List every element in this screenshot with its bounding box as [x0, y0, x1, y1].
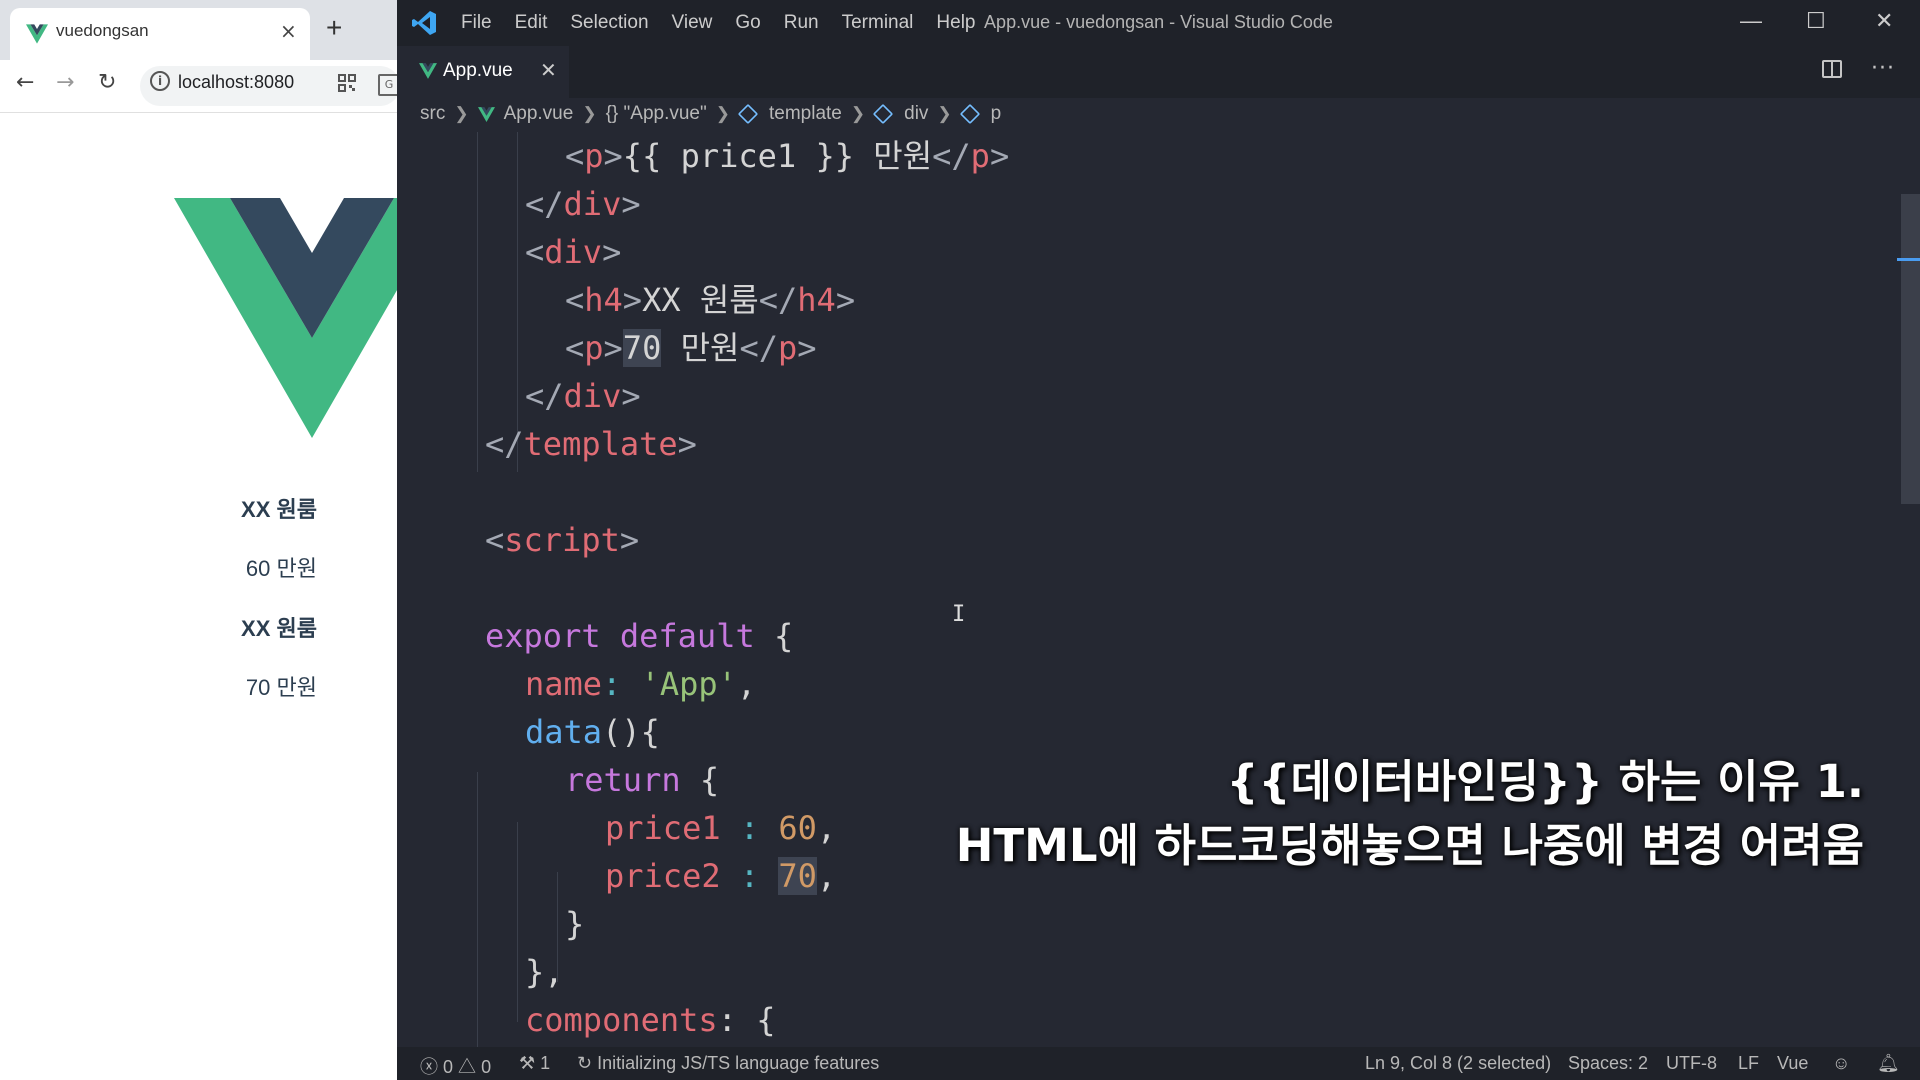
menu-selection[interactable]: Selection — [570, 12, 648, 34]
eol-status[interactable]: LF — [1738, 1053, 1759, 1074]
code-line: <p>70 만원</p> — [565, 329, 817, 367]
editor-tabs: App.vue ✕ ··· — [397, 46, 1920, 98]
code-line: <script> — [485, 521, 640, 559]
selected-text: 70 — [622, 329, 662, 367]
rendered-heading-1: XX 원룸 — [241, 497, 317, 522]
breadcrumb: src ❯ App.vue ❯ {} "App.vue" ❯ template … — [397, 98, 1920, 132]
vscode-window: File Edit Selection View Go Run Terminal… — [397, 0, 1920, 1080]
more-actions-icon[interactable]: ··· — [1871, 56, 1895, 81]
sync-icon: ↻ — [577, 1053, 593, 1073]
subtitle-caption: {{데이터바인딩}} 하는 이유 1. HTML에 하드코딩해놓으면 나중에 변… — [397, 750, 1864, 878]
menu-view[interactable]: View — [672, 12, 713, 34]
browser-tabstrip: vuedongsan × + — [0, 0, 397, 60]
code-editor[interactable]: <p>{{ price1 }} 만원</p> </div> <div> <h4>… — [397, 132, 1897, 1047]
scrollbar-thumb[interactable] — [1901, 194, 1920, 504]
info-icon[interactable]: i — [150, 71, 170, 91]
text-cursor-icon: I — [952, 602, 966, 627]
browser-window: vuedongsan × + ← → ↻ i localhost:8080 G … — [0, 0, 398, 1080]
chevron-right-icon: ❯ — [850, 104, 866, 123]
status-bar: ⓧ 0 △ 0 ⚒ 1 ↻ Initializing JS/TS languag… — [397, 1047, 1920, 1080]
chevron-right-icon: ❯ — [937, 104, 952, 123]
minimize-icon[interactable]: — — [1740, 8, 1762, 34]
rendered-price-1: 60 만원 — [245, 556, 317, 581]
task-status[interactable]: ↻ Initializing JS/TS language features — [577, 1053, 879, 1074]
cursor-position[interactable]: Ln 9, Col 8 (2 selected) — [1365, 1053, 1551, 1074]
menu-run[interactable]: Run — [784, 12, 819, 34]
code-line: <div> — [525, 233, 622, 271]
forward-arrow-icon[interactable]: → — [56, 70, 74, 95]
vscode-logo-icon — [412, 11, 436, 35]
warning-icon: △ — [458, 1057, 477, 1077]
menu-help[interactable]: Help — [936, 12, 975, 34]
code-line: <p>{{ price1 }} 만원</p> — [565, 137, 1010, 175]
breadcrumb-object[interactable]: {} "App.vue" — [606, 103, 707, 125]
qr-code-icon[interactable] — [338, 74, 356, 92]
code-line: name: 'App', — [525, 665, 757, 703]
chevron-right-icon: ❯ — [582, 104, 597, 123]
browser-tab[interactable]: vuedongsan × — [10, 8, 310, 60]
code-line: data(){ — [525, 713, 660, 751]
close-icon[interactable]: ✕ — [540, 58, 557, 82]
close-icon[interactable]: × — [280, 19, 297, 43]
code-line: export default { — [485, 617, 794, 655]
tab-app-vue[interactable]: App.vue ✕ — [397, 46, 569, 98]
close-window-icon[interactable]: ✕ — [1875, 8, 1893, 34]
menu-file[interactable]: File — [461, 12, 492, 34]
error-icon: ⓧ — [420, 1057, 438, 1077]
menu-terminal[interactable]: Terminal — [842, 12, 914, 34]
code-line: components: { — [525, 1001, 776, 1039]
reload-icon[interactable]: ↻ — [98, 70, 116, 95]
ports-status[interactable]: ⚒ 1 — [519, 1053, 550, 1074]
code-line: } — [565, 905, 585, 943]
breadcrumb-template[interactable]: template — [769, 103, 842, 125]
menu-bar: File Edit Selection View Go Run Terminal… — [461, 12, 999, 34]
feedback-icon[interactable]: ☺ — [1832, 1053, 1850, 1074]
chevron-right-icon: ❯ — [454, 104, 469, 123]
address-bar: ← → ↻ i localhost:8080 G — [0, 60, 397, 113]
menu-go[interactable]: Go — [735, 12, 760, 34]
breadcrumb-file[interactable]: App.vue — [504, 103, 574, 125]
rendered-price-2: 70 만원 — [245, 675, 317, 700]
vue-logo — [174, 198, 397, 438]
problems-status[interactable]: ⓧ 0 △ 0 — [420, 1053, 491, 1079]
chevron-right-icon: ❯ — [715, 104, 730, 123]
indent-guide — [477, 132, 478, 472]
translate-icon[interactable]: G — [378, 74, 397, 96]
indentation-status[interactable]: Spaces: 2 — [1568, 1053, 1648, 1074]
editor-scrollbar[interactable] — [1897, 132, 1920, 1047]
element-cube-icon — [872, 103, 894, 125]
caption-line-1: {{데이터바인딩}} 하는 이유 1. — [1226, 755, 1864, 808]
vue-file-icon — [419, 63, 437, 79]
element-cube-icon — [959, 103, 980, 125]
title-bar: File Edit Selection View Go Run Terminal… — [397, 0, 1920, 46]
tab-label: App.vue — [443, 60, 513, 81]
breadcrumb-div[interactable]: div — [904, 103, 928, 125]
notifications-bell-icon[interactable]: 🔔︎ — [1877, 1053, 1900, 1074]
new-tab-button[interactable]: + — [326, 14, 342, 42]
code-line: <h4>XX 원룸</h4> — [565, 281, 856, 319]
vue-file-icon — [477, 106, 495, 122]
breadcrumb-p[interactable]: p — [991, 103, 1002, 125]
code-line: </div> — [525, 377, 641, 415]
element-cube-icon — [737, 103, 759, 125]
code-line: </template> — [485, 425, 697, 463]
rendered-heading-2: XX 원룸 — [241, 616, 317, 641]
caption-line-2: HTML에 하드코딩해놓으면 나중에 변경 어려움 — [955, 819, 1864, 872]
language-mode[interactable]: Vue — [1777, 1053, 1808, 1074]
code-line: }, — [525, 953, 564, 991]
encoding-status[interactable]: UTF-8 — [1666, 1053, 1717, 1074]
browser-tab-title: vuedongsan — [56, 21, 149, 40]
menu-edit[interactable]: Edit — [515, 12, 548, 34]
vue-favicon-icon — [26, 24, 48, 44]
maximize-icon[interactable]: ☐ — [1806, 8, 1826, 34]
url-text[interactable]: localhost:8080 — [178, 72, 294, 93]
split-editor-icon[interactable] — [1822, 60, 1842, 78]
breadcrumb-src[interactable]: src — [420, 103, 445, 125]
back-arrow-icon[interactable]: ← — [16, 70, 34, 95]
scrollbar-cursor-marker — [1897, 258, 1920, 261]
tools-icon: ⚒ — [519, 1053, 536, 1073]
code-line: </div> — [525, 185, 641, 223]
